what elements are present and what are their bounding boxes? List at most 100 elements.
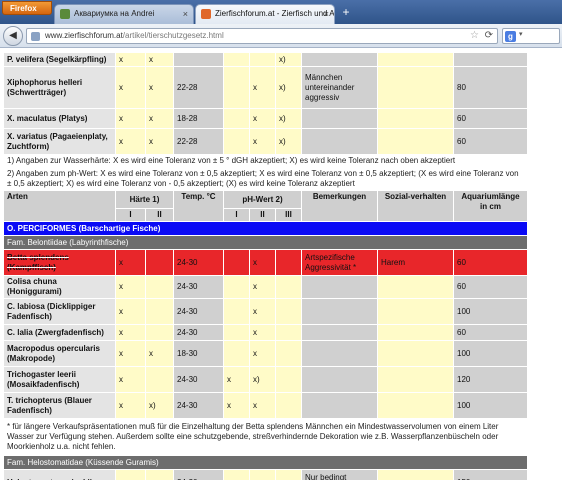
species-name: Trichogaster leerii (Mosaikfadenfisch) [3,366,116,393]
header-ph: pH-Wert 2) [223,190,302,209]
aquarium-length: 60 [453,324,528,341]
table-row: P. velifera (Segelkärpfling) x x x) [3,52,528,67]
haerte-2 [145,469,174,480]
chevron-down-icon[interactable]: ▾ [519,30,523,38]
browser-titlebar: Firefox Аквариумка на Andrei × Zierfisch… [0,0,562,24]
temperature: 24-30 [173,469,224,480]
bemerkungen [301,366,378,393]
back-arrow-icon: ◀ [9,30,17,41]
aquarium-length: 80 [453,66,528,109]
aquarium-length: 100 [453,340,528,367]
header-ph-ii: II [249,208,276,222]
ph-3 [275,340,302,367]
sozialverhalten [377,366,454,393]
temperature: 24-30 [173,324,224,341]
header-aquariumlaenge: Aquariumlänge in cm [453,190,528,222]
back-button[interactable]: ◀ [3,26,23,46]
table-row: Colisa chuna (Honiggurami) x 24-30 x 60 [3,275,528,299]
bemerkungen [301,275,378,299]
aquarium-length: 60 [453,108,528,129]
sozialverhalten [377,392,454,419]
family-row: Fam. Belontiidae (Labyrinthfische) [3,235,528,250]
url-text: www.zierfischforum.at/artikel/tierschutz… [45,29,224,43]
ph-2: x [249,340,276,367]
ph-3: x) [275,128,302,155]
aquarium-length: 100 [453,392,528,419]
ph-1 [223,66,250,109]
haerte-2: x [145,128,174,155]
address-bar[interactable]: www.zierfischforum.at/artikel/tierschutz… [26,28,498,44]
sozialverhalten [377,52,454,67]
aquarium-length: 150 [453,469,528,480]
bemerkungen: Artspezifische Aggressivität * [301,249,378,276]
ph-2: x [249,392,276,419]
species-name: X. variatus (Pagaeienplaty, Zuchtform) [3,128,116,155]
header-haerte: Härte 1) [115,190,174,209]
bookmark-star-icon[interactable]: ☆ [470,29,479,43]
fish-table: P. velifera (Segelkärpfling) x x x) Xiph… [3,52,528,480]
header-temp: Temp. °C [173,190,224,222]
search-box[interactable]: g ▾ [502,28,560,44]
species-name: Colisa chuna (Honiggurami) [3,275,116,299]
bemerkungen [301,108,378,129]
bemerkungen [301,128,378,155]
bemerkungen [301,392,378,419]
google-search-engine-icon[interactable]: g [505,31,516,42]
ph-3 [275,469,302,480]
ph-1: x [223,366,250,393]
species-name: C. lalia (Zwergfadenfisch) [3,324,116,341]
bemerkungen [301,298,378,325]
family-row: Fam. Helostomatidae (Küssende Guramis) [3,455,528,470]
table-row: C. lalia (Zwergfadenfisch) x 24-30 x 60 [3,324,528,341]
table-row: X. maculatus (Platys) x x 18-28 x x) 60 [3,108,528,129]
ph-2: x [249,324,276,341]
ph-3: x) [275,108,302,129]
sozialverhalten [377,108,454,129]
table-row: Helostoma temminckii x 24-30 x Nur bedin… [3,469,528,480]
ph-2: x [249,249,276,276]
ph-3 [275,392,302,419]
ph-1 [223,128,250,155]
sozialverhalten [377,275,454,299]
ph-1 [223,275,250,299]
footnote-betta: * für längere Verkaufspräsentationen muß… [3,418,528,456]
sozialverhalten [377,298,454,325]
reload-icon[interactable]: ⟳ [485,29,493,43]
haerte-1: x [115,392,146,419]
close-tab-icon[interactable]: × [324,5,329,23]
sozialverhalten [377,469,454,480]
haerte-1: x [115,52,146,67]
header-row: Arten Härte 1) Temp. °C pH-Wert 2) Bemer… [3,190,528,222]
bemerkungen: Männchen untereinander aggressiv [301,66,378,109]
species-name: Helostoma temminckii [3,469,116,480]
sozialverhalten [377,340,454,367]
temperature: 22-28 [173,66,224,109]
table-row: Trichogaster leerii (Mosaikfadenfisch) x… [3,366,528,393]
ph-2: x [249,66,276,109]
order-row: O. PERCIFORMES (Barschartige Fische) [3,221,528,236]
navigation-bar: ◀ www.zierfischforum.at/artikel/tierschu… [0,24,562,48]
aquarium-length: 100 [453,298,528,325]
temperature: 18-28 [173,108,224,129]
close-tab-icon[interactable]: × [183,5,188,23]
tab-zierfischforum[interactable]: Zierfischforum.at - Zierfisch und Aqu...… [195,4,335,24]
note-row: 1) Angaben zur Wasserhärte: X es wird ei… [3,154,528,168]
ph-1 [223,298,250,325]
haerte-2: x [145,66,174,109]
haerte-1: x [115,108,146,129]
haerte-2: x) [145,392,174,419]
ph-2: x [249,469,276,480]
ph-2: x) [249,366,276,393]
site-identity-icon[interactable] [31,32,40,41]
header-bemerkungen: Bemerkungen [301,190,378,222]
ph-3 [275,275,302,299]
haerte-2 [145,275,174,299]
temperature: 18-30 [173,340,224,367]
table-row: Xiphophorus helleri (Schwertträger) x x … [3,66,528,109]
page-content: P. velifera (Segelkärpfling) x x x) Xiph… [0,48,562,480]
tab-akvariumka[interactable]: Аквариумка на Andrei × [54,4,194,24]
new-tab-button[interactable]: + [339,5,353,20]
family-belontiidae: Fam. Belontiidae (Labyrinthfische) [3,235,528,250]
temperature: 24-30 [173,392,224,419]
firefox-menu-button[interactable]: Firefox [2,1,52,15]
